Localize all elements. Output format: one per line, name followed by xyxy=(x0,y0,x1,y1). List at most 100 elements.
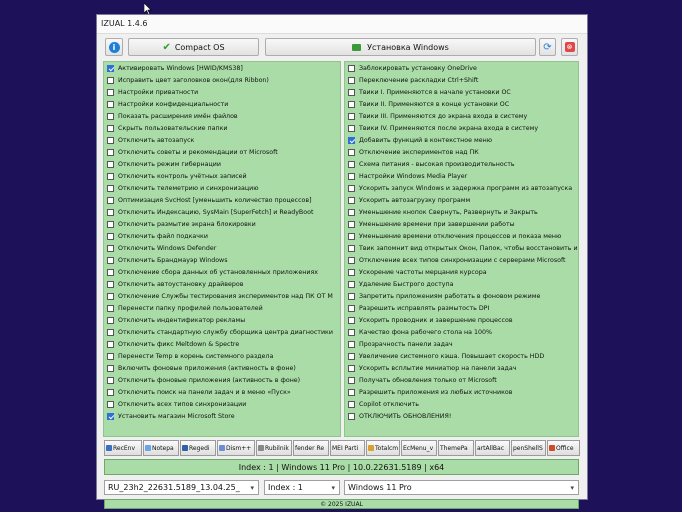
install-windows-button[interactable]: Установка Windows xyxy=(265,38,536,56)
left-tweak-item[interactable]: Отключить фикс Meltdown & Spectre xyxy=(104,338,340,350)
checkbox[interactable] xyxy=(348,172,355,180)
checkbox[interactable] xyxy=(107,136,114,144)
right-tweak-item[interactable]: Удаление Быстрого доступа xyxy=(345,278,578,290)
left-tweak-item[interactable]: Включить фоновые приложения (активность … xyxy=(104,362,340,374)
right-tweak-item[interactable]: Твики I. Применяются в начале установки … xyxy=(345,86,578,98)
right-tweak-item[interactable]: Твики III. Применяются до экрана входа в… xyxy=(345,110,578,122)
checkbox[interactable] xyxy=(348,340,355,348)
left-tweak-item[interactable]: Отключить всех типов синхронизации xyxy=(104,398,340,410)
right-tweak-item[interactable]: Схема питания - высокая производительнос… xyxy=(345,158,578,170)
checkbox[interactable] xyxy=(348,388,355,396)
checkbox[interactable] xyxy=(348,364,355,372)
right-tweak-item[interactable]: Разрешить приложения из любых источников xyxy=(345,386,578,398)
right-tweak-item[interactable]: Ускорить проводник и завершение процессо… xyxy=(345,314,578,326)
checkbox[interactable] xyxy=(107,184,114,192)
checkbox[interactable] xyxy=(107,76,114,84)
checkbox[interactable] xyxy=(107,292,114,300)
left-tweak-item[interactable]: Отключить контроль учётных записей xyxy=(104,170,340,182)
checkbox[interactable] xyxy=(107,100,114,108)
checkbox[interactable] xyxy=(107,196,114,204)
left-tweak-item[interactable]: Отключить Индексацию, SysMain [SuperFetc… xyxy=(104,206,340,218)
checkbox[interactable] xyxy=(348,124,355,132)
tool-button[interactable]: Totalcm xyxy=(366,440,400,456)
checkbox[interactable] xyxy=(107,64,114,72)
checkbox[interactable] xyxy=(348,136,355,144)
checkbox[interactable] xyxy=(348,352,355,360)
right-tweak-item[interactable]: Получать обновления только от Microsoft xyxy=(345,374,578,386)
right-tweak-item[interactable]: Переключение раскладки Ctrl+Shift xyxy=(345,74,578,86)
checkbox[interactable] xyxy=(348,220,355,228)
checkbox[interactable] xyxy=(107,244,114,252)
left-tweak-item[interactable]: Скрыть пользовательские папки xyxy=(104,122,340,134)
checkbox[interactable] xyxy=(348,316,355,324)
right-tweak-item[interactable]: Ускорить автозагрузку программ xyxy=(345,194,578,206)
checkbox[interactable] xyxy=(107,208,114,216)
right-tweak-item[interactable]: Качество фона рабочего стола на 100% xyxy=(345,326,578,338)
left-tweak-item[interactable]: Отключить Брандмауэр Windows xyxy=(104,254,340,266)
refresh-button[interactable]: ⟳ xyxy=(539,38,556,56)
checkbox[interactable] xyxy=(107,160,114,168)
close-button[interactable]: ⊗ xyxy=(561,38,578,56)
tool-button[interactable]: fender Re xyxy=(293,440,329,456)
left-tweak-item[interactable]: Отключить режим гибернации xyxy=(104,158,340,170)
checkbox[interactable] xyxy=(348,412,355,420)
right-tweak-item[interactable]: Твики IV. Применяются после экрана входа… xyxy=(345,122,578,134)
checkbox[interactable] xyxy=(348,100,355,108)
left-tweak-item[interactable]: Перенести Temp в корень системного разде… xyxy=(104,350,340,362)
checkbox[interactable] xyxy=(348,148,355,156)
left-tweak-item[interactable]: Исправить цвет заголовков окон(для Ribbo… xyxy=(104,74,340,86)
left-tweak-item[interactable]: Отключить размытие экрана блокировки xyxy=(104,218,340,230)
right-tweak-item[interactable]: Твик запомнит вид открытых Окон, Папок, … xyxy=(345,242,578,254)
checkbox[interactable] xyxy=(348,208,355,216)
right-tweak-item[interactable]: Copilot отключить xyxy=(345,398,578,410)
checkbox[interactable] xyxy=(107,280,114,288)
left-tweak-item[interactable]: Настройки приватности xyxy=(104,86,340,98)
left-tweak-item[interactable]: Отключить файл подкачки xyxy=(104,230,340,242)
right-tweak-item[interactable]: Отключение экспериментов над ПК xyxy=(345,146,578,158)
checkbox[interactable] xyxy=(107,376,114,384)
right-tweak-item[interactable]: Ускорение частоты мерцания курсора xyxy=(345,266,578,278)
checkbox[interactable] xyxy=(107,148,114,156)
left-tweak-item[interactable]: Отключить автозапуск xyxy=(104,134,340,146)
edition-select[interactable]: Windows 11 Pro ▾ xyxy=(344,480,579,495)
checkbox[interactable] xyxy=(348,400,355,408)
right-tweak-item[interactable]: Уменьшение кнопок Свернуть, Развернуть и… xyxy=(345,206,578,218)
left-tweak-item[interactable]: Оптимизация SvcHost [уменьшить количеств… xyxy=(104,194,340,206)
checkbox[interactable] xyxy=(107,328,114,336)
right-tweak-item[interactable]: Ускорить запуск Windows и задержка прогр… xyxy=(345,182,578,194)
tool-button[interactable]: artAllBac xyxy=(475,440,510,456)
checkbox[interactable] xyxy=(107,220,114,228)
left-tweak-item[interactable]: Отключить индентификатор рекламы xyxy=(104,314,340,326)
checkbox[interactable] xyxy=(348,244,355,252)
checkbox[interactable] xyxy=(348,256,355,264)
left-tweak-item[interactable]: Отключение сбора данных об установленных… xyxy=(104,266,340,278)
image-select[interactable]: RU_23h2_22631.5189_13.04.25_ ▾ xyxy=(104,480,259,495)
checkbox[interactable] xyxy=(348,304,355,312)
right-tweak-item[interactable]: Отключение всех типов синхронизации с се… xyxy=(345,254,578,266)
right-tweak-item[interactable]: Увеличение системного кэша. Повышает ско… xyxy=(345,350,578,362)
checkbox[interactable] xyxy=(107,112,114,120)
tool-button[interactable]: Regedi xyxy=(180,440,216,456)
left-tweak-item[interactable]: Установить магазин Microsoft Store xyxy=(104,410,340,422)
right-tweak-item[interactable]: Настройки Windows Media Player xyxy=(345,170,578,182)
checkbox[interactable] xyxy=(348,64,355,72)
checkbox[interactable] xyxy=(348,280,355,288)
checkbox[interactable] xyxy=(107,256,114,264)
right-tweak-item[interactable]: Запретить приложениям работать в фоновом… xyxy=(345,290,578,302)
left-tweak-item[interactable]: Отключить фоновые приложения (активность… xyxy=(104,374,340,386)
checkbox[interactable] xyxy=(348,76,355,84)
right-tweak-item[interactable]: Твики II. Применяются в конце установки … xyxy=(345,98,578,110)
checkbox[interactable] xyxy=(107,124,114,132)
tool-button[interactable]: EcMenu_v xyxy=(401,440,437,456)
right-tweak-item[interactable]: Уменьшение времени отключения процессов … xyxy=(345,230,578,242)
checkbox[interactable] xyxy=(107,172,114,180)
tool-button[interactable]: MEI Parti xyxy=(330,440,365,456)
right-tweak-item[interactable]: Добавить функций в контекстное меню xyxy=(345,134,578,146)
right-tweak-item[interactable]: Уменьшение времени при завершении работы xyxy=(345,218,578,230)
right-tweak-item[interactable]: ОТКЛЮЧИТЬ ОБНОВЛЕНИЯ! xyxy=(345,410,578,422)
left-tweak-item[interactable]: Перенести папку профилей пользователей xyxy=(104,302,340,314)
checkbox[interactable] xyxy=(107,304,114,312)
checkbox[interactable] xyxy=(348,112,355,120)
tool-button[interactable]: Dism++ xyxy=(217,440,255,456)
checkbox[interactable] xyxy=(107,388,114,396)
